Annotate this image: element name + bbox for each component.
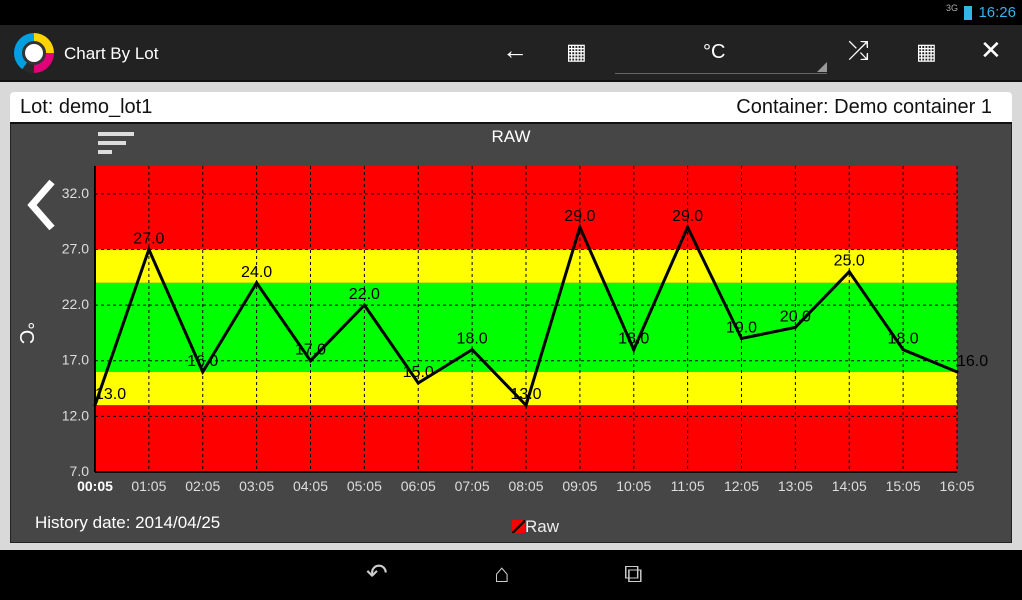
band-1 [95,249,957,283]
data-point [524,403,528,407]
data-point [362,303,366,307]
data-label: 27.0 [133,230,164,247]
x-tick-label: 07:05 [455,478,490,494]
data-point [147,247,151,251]
x-tick-label: 06:05 [401,478,436,494]
data-point [632,348,636,352]
y-tick-label: 17.0 [62,352,89,368]
chart-title: RAW [491,127,530,146]
home-nav-icon[interactable]: ⌂ [494,558,510,589]
x-tick-label: 04:05 [293,478,328,494]
data-point [901,348,905,352]
y-tick-label: 27.0 [62,240,89,256]
nav-bar: ↶ ⌂ ⧉ [0,550,1022,600]
back-nav-icon[interactable]: ↶ [366,558,388,589]
data-point [686,225,690,229]
data-point [416,381,420,385]
data-point [255,281,259,285]
data-label: 16.0 [957,353,988,370]
x-tick-label: 11:05 [671,478,705,494]
chart: RAW °C 7.0 12.0 17.0 22.0 27.0 32.0 00:05 01:05… [15,127,988,494]
data-label: 18.0 [888,331,919,348]
data-label: 22.0 [349,286,380,303]
legend-swatch [512,520,525,533]
history-date: History date: 2014/04/25 [35,513,221,532]
data-label: 29.0 [672,208,703,225]
data-label: 15.0 [403,364,434,381]
menu-icon[interactable] [98,132,134,154]
x-tick-label: 13:05 [778,478,813,494]
data-label: 18.0 [457,331,488,348]
data-point [201,370,205,374]
x-tick-label: 03:05 [239,478,274,494]
data-label: 16.0 [187,353,218,370]
data-point [578,225,582,229]
x-tick-label: 16:05 [939,478,974,494]
data-label: 25.0 [834,253,865,270]
legend: Raw [512,517,559,537]
x-tick-label: 12:05 [724,478,759,494]
data-label: 18.0 [618,331,649,348]
data-label: 24.0 [241,264,272,281]
x-tick-label: 09:05 [562,478,597,494]
x-tick-label: 01:05 [131,478,166,494]
x-tick-label: 00:05 [77,478,113,494]
y-tick-label: 22.0 [62,296,89,312]
x-tick-label: 08:05 [508,478,543,494]
data-label: 29.0 [564,208,595,225]
y-tick-label: 12.0 [62,407,89,423]
x-tick-label: 05:05 [347,478,382,494]
data-point [955,370,959,374]
data-point [793,325,797,329]
y-tick-label: 32.0 [62,185,89,201]
x-tick-label: 14:05 [832,478,867,494]
legend-label: Raw [525,517,560,536]
data-point [740,336,743,340]
data-label: 13.0 [95,386,126,403]
data-label: 20.0 [780,308,811,325]
data-label: 13.0 [510,386,541,403]
data-point [470,348,474,352]
data-label: 19.0 [726,319,757,336]
recents-nav-icon[interactable]: ⧉ [624,558,643,590]
data-label: 17.0 [295,342,326,359]
y-axis-label: °C [15,322,37,344]
data-point [93,403,97,407]
x-tick-label: 15:05 [886,478,921,494]
previous-chevron-icon[interactable] [27,179,55,231]
data-point [309,359,312,363]
y-tick-label: 7.0 [70,463,90,479]
x-tick-label: 10:05 [616,478,651,494]
data-point [847,270,851,274]
x-tick-label: 02:05 [185,478,220,494]
